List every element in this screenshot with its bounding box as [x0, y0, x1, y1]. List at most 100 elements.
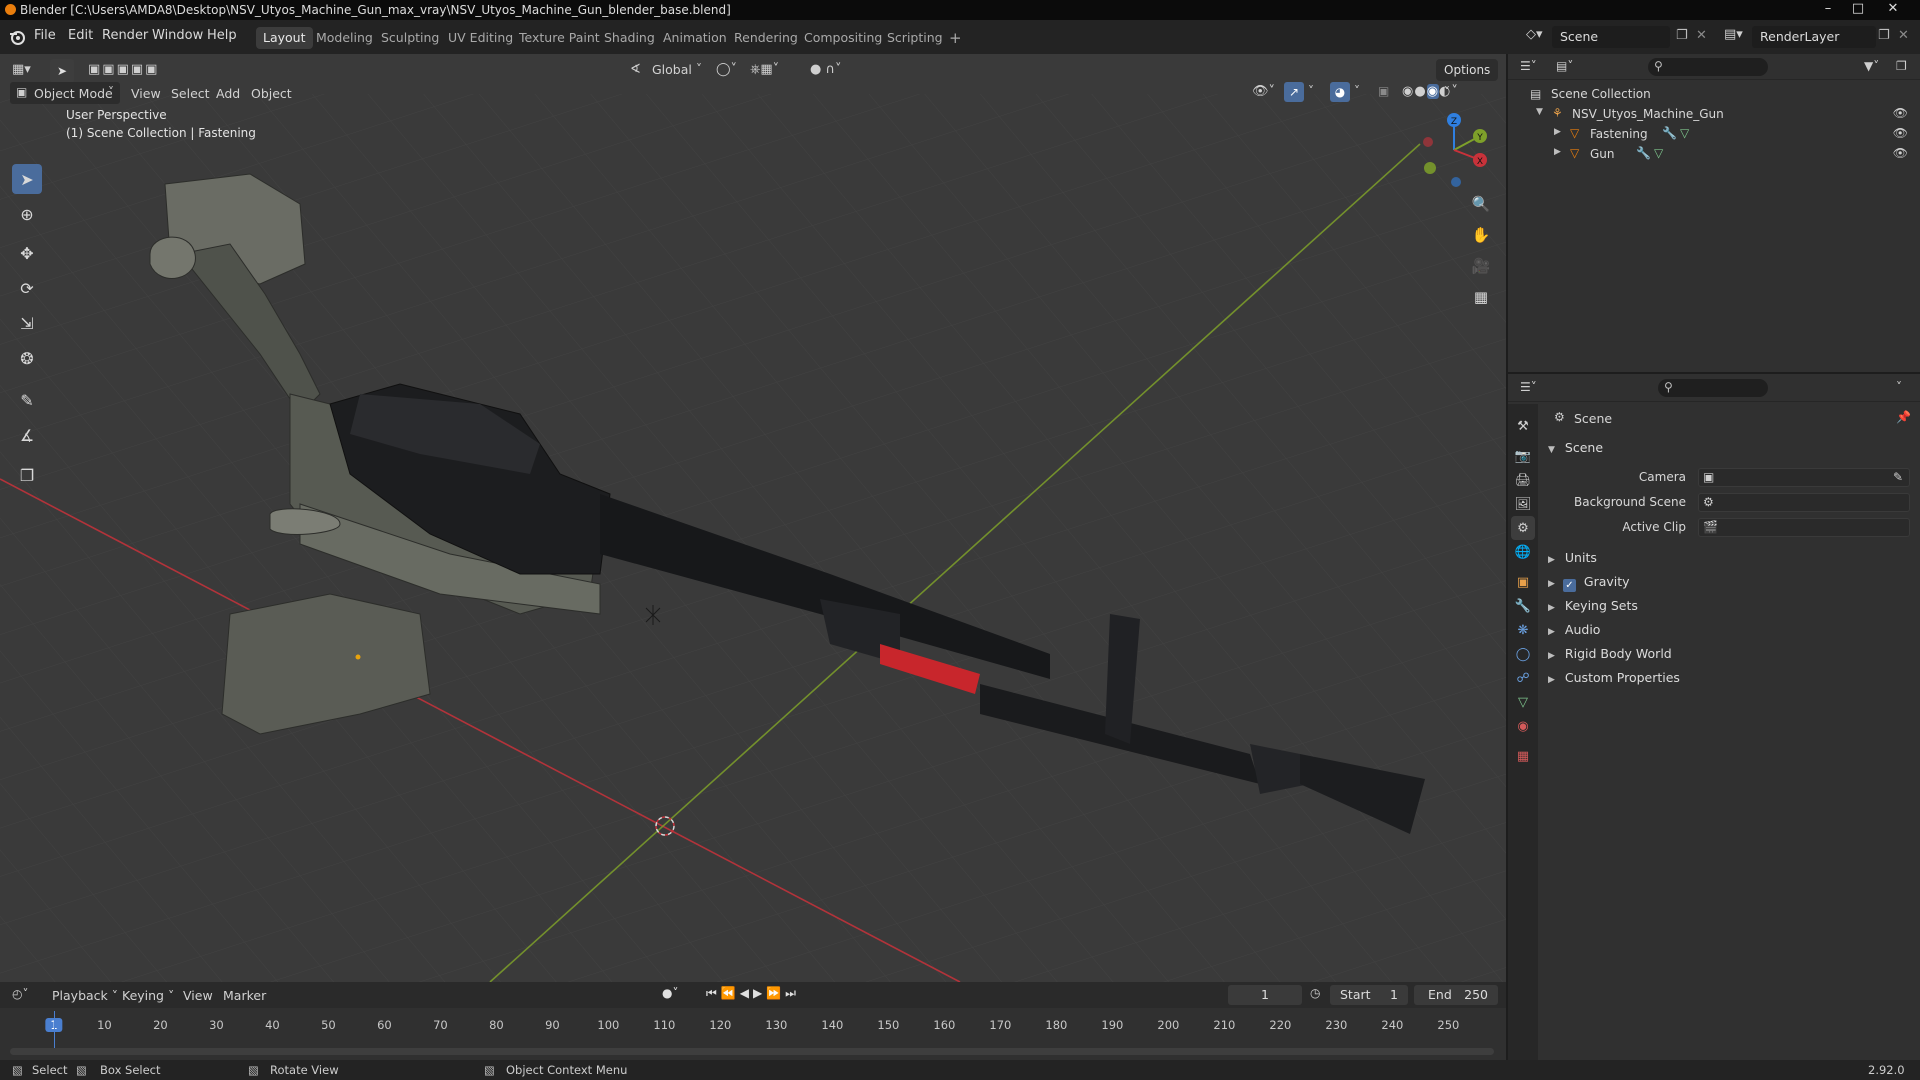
tree-row-scene-collection[interactable]: ▤ Scene Collection [1508, 84, 1920, 104]
gravity-checkbox[interactable]: ✓ [1562, 579, 1576, 592]
keying-sets-panel-header[interactable]: ▶ Keying Sets [1548, 598, 1638, 613]
select-tool-icon[interactable]: ➤ [50, 59, 74, 83]
modifier-wrench-icon[interactable]: 🔧 [1636, 146, 1651, 160]
tree-row-collection[interactable]: ▼ ⚘ NSV_Utyos_Machine_Gun 👁 [1508, 104, 1920, 124]
camera-field[interactable]: ▣ ✎ [1698, 468, 1910, 487]
timeline-scrollbar[interactable] [10, 1048, 1494, 1055]
renderlayer-selector[interactable]: RenderLayer [1752, 26, 1876, 48]
scale-tool-icon[interactable]: ⇲ [12, 308, 42, 338]
add-cube-tool-icon[interactable]: ❐ [12, 460, 42, 490]
visibility-icon[interactable]: 👁˅ [1252, 84, 1275, 99]
filter-icon[interactable]: ▼˅ [1864, 59, 1879, 73]
rigid-body-world-panel-header[interactable]: ▶ Rigid Body World [1548, 646, 1672, 661]
menu-help[interactable]: Help [207, 28, 237, 43]
overlays-toggle-icon[interactable]: ◕ [1330, 82, 1350, 102]
visibility-eye-icon[interactable]: 👁 [1893, 106, 1908, 120]
audio-panel-header[interactable]: ▶ Audio [1548, 622, 1600, 637]
expand-right-icon[interactable]: ▶ [1554, 147, 1561, 157]
transform-tool-icon[interactable]: ❂ [12, 343, 42, 373]
tab-view-layer-icon[interactable]: 🖼 [1511, 492, 1535, 516]
editor-type-icon[interactable]: ▦▾ [12, 62, 34, 82]
transform-orientation-dropdown[interactable]: Global [652, 62, 692, 77]
tab-output-icon[interactable]: 🖨 [1511, 468, 1535, 492]
scene-icon[interactable]: ◇▾ [1526, 27, 1548, 47]
custom-properties-panel-header[interactable]: ▶ Custom Properties [1548, 670, 1680, 685]
mode-dropdown[interactable]: ▣ Object Mode ˅ [10, 82, 120, 104]
blender-menu-icon[interactable] [8, 28, 26, 46]
mesh-data-icon[interactable]: ▽ [1680, 126, 1689, 140]
viewport-menu-add[interactable]: Add [216, 86, 240, 101]
eyedropper-icon[interactable]: ✎ [1893, 470, 1903, 484]
shading-modes-icons[interactable]: ◉●◉◐˅ [1402, 84, 1459, 99]
units-panel-header[interactable]: ▶ Units [1548, 550, 1597, 565]
menu-render[interactable]: Render [102, 28, 148, 43]
tab-particles-icon[interactable]: ❋ [1511, 618, 1535, 642]
scene-selector[interactable]: Scene [1552, 26, 1670, 48]
3d-viewport[interactable]: ▦▾ ➤ ▣▣▣▣▣ ∢ Global ˅ ◯˅ ⎈▦˅ ● ∩˅ Option… [0, 54, 1506, 982]
tab-constraints-icon[interactable]: ☍ [1511, 666, 1535, 690]
expand-right-icon[interactable]: ▶ [1554, 127, 1561, 137]
tab-tool-icon[interactable]: ⚒ [1511, 414, 1535, 438]
viewport-menu-object[interactable]: Object [251, 86, 292, 101]
properties-search-input[interactable]: ⚲ [1658, 379, 1768, 397]
active-clip-field[interactable]: 🎬 [1698, 518, 1910, 537]
tab-uv-editing[interactable]: UV Editing [441, 27, 520, 49]
chevron-down-icon[interactable]: ˅ [1308, 84, 1314, 98]
background-scene-field[interactable]: ⚙ [1698, 493, 1910, 512]
gravity-panel-header[interactable]: ▶ ✓ Gravity [1548, 574, 1630, 592]
new-renderlayer-icon[interactable]: ❐ [1878, 28, 1890, 43]
viewport-menu-view[interactable]: View [131, 86, 161, 101]
tab-material-icon[interactable]: ◉ [1511, 714, 1535, 738]
visibility-eye-icon[interactable]: 👁 [1893, 126, 1908, 140]
add-workspace-button[interactable]: + [942, 27, 969, 49]
snap-icon[interactable]: ⎈▦˅ [750, 62, 779, 77]
options-dropdown[interactable]: Options ˅ [1436, 59, 1498, 99]
tab-texture-paint[interactable]: Texture Paint [512, 27, 607, 49]
annotate-tool-icon[interactable]: ✎ [12, 385, 42, 415]
rotate-tool-icon[interactable]: ⟳ [12, 273, 42, 303]
display-mode-icon[interactable]: ▤˅ [1556, 59, 1573, 73]
expand-down-icon[interactable]: ▼ [1536, 107, 1543, 117]
move-tool-icon[interactable]: ✥ [12, 238, 42, 268]
camera-view-icon[interactable]: 🎥 [1466, 251, 1496, 281]
outliner-search-input[interactable]: ⚲ [1648, 58, 1768, 76]
gizmo-toggle-icon[interactable]: ↗ [1284, 82, 1304, 102]
renderlayer-icon[interactable]: ▤▾ [1724, 27, 1743, 42]
tab-scene-icon[interactable]: ⚙ [1511, 516, 1535, 540]
tab-texture-icon[interactable]: ▦ [1511, 744, 1535, 768]
modifier-wrench-icon[interactable]: 🔧 [1662, 126, 1677, 140]
minimize-button[interactable]: – [1815, 0, 1841, 18]
navigation-gizmo[interactable]: Z Y X [1418, 110, 1498, 190]
delete-scene-icon[interactable]: ✕ [1696, 28, 1707, 43]
tab-physics-icon[interactable]: ◯ [1511, 642, 1535, 666]
tab-animation[interactable]: Animation [656, 27, 734, 49]
chevron-down-icon[interactable]: ˅ [1354, 84, 1360, 98]
pin-icon[interactable]: 📌 [1896, 410, 1911, 424]
scene-panel-header[interactable]: ▼ Scene [1548, 440, 1603, 455]
tab-sculpting[interactable]: Sculpting [374, 27, 446, 49]
tab-render-icon[interactable]: 📷 [1511, 444, 1535, 468]
select-box-tool-icon[interactable]: ➤ [12, 164, 42, 194]
tab-rendering[interactable]: Rendering [727, 27, 805, 49]
tab-compositing[interactable]: Compositing [797, 27, 889, 49]
menu-window[interactable]: Window [152, 28, 203, 43]
selection-mode-icons[interactable]: ▣▣▣▣▣ [88, 62, 159, 77]
zoom-icon[interactable]: 🔍 [1466, 189, 1496, 219]
editor-type-icon[interactable]: ☰˅ [1520, 380, 1537, 394]
tab-shading[interactable]: Shading [597, 27, 662, 49]
pivot-point-icon[interactable]: ◯˅ [716, 62, 737, 77]
tab-data-icon[interactable]: ▽ [1511, 690, 1535, 714]
tab-object-icon[interactable]: ▣ [1511, 570, 1535, 594]
new-collection-icon[interactable]: ❐ [1896, 59, 1907, 73]
tree-row-gun[interactable]: ▶ ▽ Gun 🔧 ▽ 👁 [1508, 144, 1920, 164]
cursor-tool-icon[interactable]: ⊕ [12, 199, 42, 229]
pan-hand-icon[interactable]: ✋ [1466, 220, 1496, 250]
tab-modifiers-icon[interactable]: 🔧 [1511, 594, 1535, 618]
ortho-grid-icon[interactable]: ▦ [1466, 282, 1496, 312]
visibility-eye-icon[interactable]: 👁 [1893, 146, 1908, 160]
tree-row-fastening[interactable]: ▶ ▽ Fastening 🔧 ▽ 👁 [1508, 124, 1920, 144]
tab-layout[interactable]: Layout [256, 27, 313, 49]
tab-modeling[interactable]: Modeling [309, 27, 380, 49]
maximize-button[interactable]: □ [1845, 0, 1871, 18]
menu-file[interactable]: File [34, 28, 56, 43]
